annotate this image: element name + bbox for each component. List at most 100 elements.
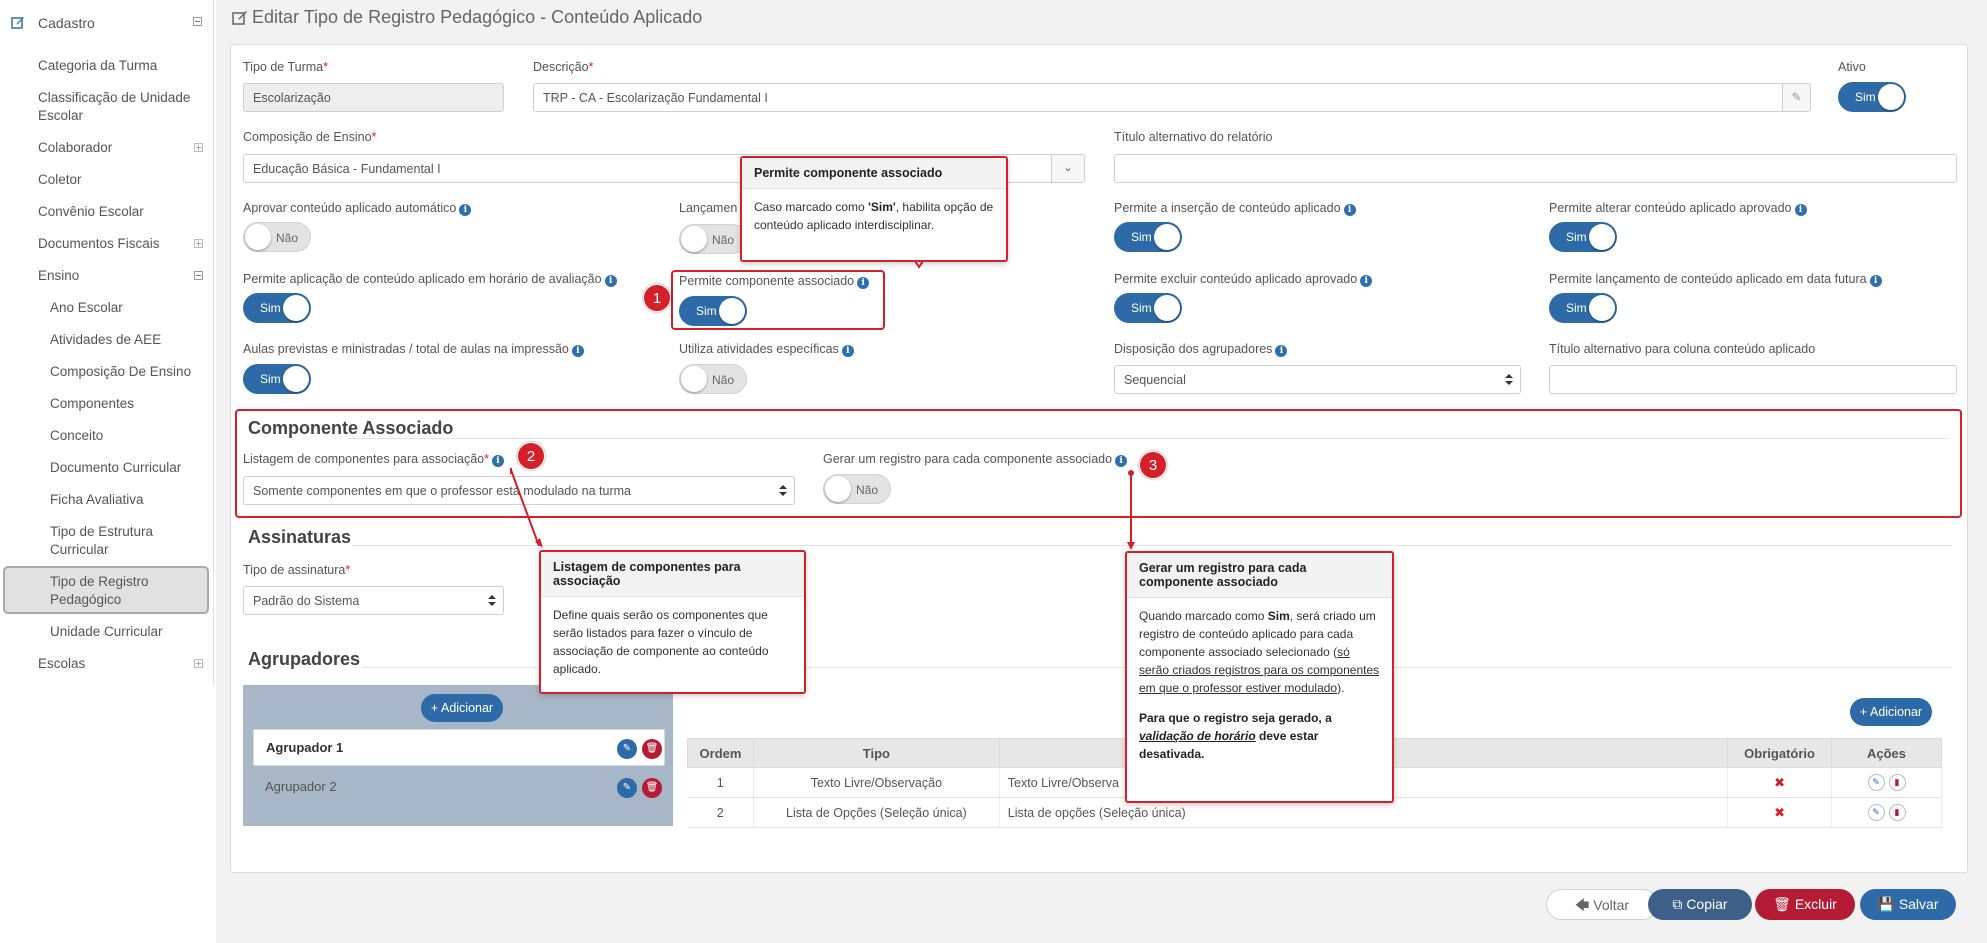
horario-avaliacao-toggle[interactable]: Sim	[243, 293, 311, 323]
titulo-coluna-label: Título alternativo para coluna conteúdo …	[1549, 342, 1816, 356]
tooltip-title: Permite componente associado	[742, 158, 1006, 189]
chevron-down-icon[interactable]: ⌄	[1051, 155, 1084, 182]
trash-icon[interactable]: 🗑	[642, 739, 662, 759]
excluir-aprovado-toggle[interactable]: Sim	[1114, 293, 1182, 323]
info-icon: i	[1794, 204, 1807, 216]
column-header-acoes: Ações	[1831, 738, 1942, 768]
horario-avaliacao-label: Permite aplicação de conteúdo aplicado e…	[243, 272, 617, 287]
sidebar-item-convenio[interactable]: Convênio Escolar	[38, 203, 198, 221]
sidebar-item-componentes[interactable]: Componentes	[50, 395, 200, 413]
lancamento-toggle[interactable]: Não	[679, 224, 747, 254]
edit-icon	[11, 17, 24, 29]
permite-insercao-toggle[interactable]: Sim	[1114, 222, 1182, 252]
sidebar-item-ano-escolar[interactable]: Ano Escolar	[50, 299, 200, 317]
listagem-label: Listagem de componentes para associação*…	[243, 452, 504, 467]
info-icon: i	[857, 277, 870, 289]
titulo-coluna-input[interactable]	[1549, 365, 1957, 394]
sidebar-item-documentos-fiscais[interactable]: Documentos Fiscais	[38, 235, 198, 253]
cell-tipo: Texto Livre/Observação	[753, 767, 1000, 798]
sidebar-item-atividades-aee[interactable]: Atividades de AEE	[50, 331, 200, 349]
listagem-value: Somente componentes em que o professor e…	[253, 484, 631, 498]
cell-ordem: 2	[687, 797, 754, 828]
step-badge-2: 2	[517, 442, 545, 470]
column-header-obrigatorio: Obrigatório	[1727, 738, 1833, 768]
collapse-icon[interactable]	[194, 271, 203, 280]
tipo-turma-label: Tipo de Turma*	[243, 60, 329, 74]
salvar-button[interactable]: 💾 Salvar	[1860, 889, 1956, 920]
componente-associado-toggle[interactable]: Sim	[679, 296, 747, 326]
agrupador-item[interactable]: Agrupador 2	[253, 769, 665, 806]
info-icon: i	[1115, 455, 1128, 467]
gerar-registro-label: Gerar um registro para cada componente a…	[823, 452, 1128, 467]
add-campo-button[interactable]: + Adicionar	[1850, 698, 1932, 726]
x-icon: ✖	[1774, 804, 1786, 820]
trash-icon[interactable]: 🗑	[642, 778, 662, 798]
excluir-aprovado-label: Permite excluir conteúdo aplicado aprova…	[1114, 272, 1373, 287]
expand-icon[interactable]	[194, 143, 203, 152]
tooltip-listagem: Listagem de componentes para associação …	[539, 550, 806, 694]
expand-icon[interactable]	[194, 239, 203, 248]
expand-icon[interactable]	[194, 659, 203, 668]
voltar-button[interactable]: 🡄 Voltar	[1546, 889, 1658, 920]
info-icon: i	[841, 345, 854, 357]
tooltip-title: Listagem de componentes para associação	[541, 552, 804, 597]
sidebar-item-ensino[interactable]: Ensino	[38, 267, 198, 285]
sidebar-item-documento-curricular[interactable]: Documento Curricular	[50, 459, 200, 477]
edit-icon	[232, 11, 247, 25]
add-agrupador-button[interactable]: + Adicionar	[421, 694, 503, 722]
collapse-icon[interactable]	[193, 17, 202, 26]
agrupador-item[interactable]: Agrupador 1	[253, 729, 665, 766]
data-futura-toggle[interactable]: Sim	[1549, 293, 1617, 323]
descricao-value: TRP - CA - Escolarização Fundamental I	[543, 91, 768, 105]
arrow-connector	[1127, 470, 1135, 550]
componente-section-title: Componente Associado	[248, 418, 454, 438]
sidebar-header[interactable]: Cadastro	[0, 8, 214, 36]
sidebar-header-label: Cadastro	[38, 15, 95, 31]
disposicao-select[interactable]: Sequencial	[1114, 365, 1521, 394]
disposicao-value: Sequencial	[1124, 373, 1186, 387]
atividades-especificas-label: Utiliza atividades específicas i	[679, 342, 854, 357]
edit-icon[interactable]: ✎	[617, 739, 637, 759]
trash-icon[interactable]: ▮	[1888, 804, 1906, 821]
edit-icon[interactable]: ✎	[1782, 84, 1810, 111]
titulo-relatorio-input[interactable]	[1114, 154, 1957, 183]
info-icon: i	[459, 204, 472, 216]
edit-icon[interactable]: ✎	[1867, 804, 1885, 821]
sidebar-item-escolas[interactable]: Escolas	[38, 655, 198, 673]
tooltip-componente-associado: Permite componente associado Caso marcad…	[740, 156, 1008, 262]
aulas-previstas-toggle[interactable]: Sim	[243, 364, 311, 394]
step-badge-3: 3	[1139, 451, 1167, 479]
excluir-button[interactable]: 🗑 Excluir	[1755, 889, 1855, 920]
select-arrows-icon	[1505, 373, 1513, 386]
permite-alterar-toggle[interactable]: Sim	[1549, 222, 1617, 252]
sidebar-item-tipo-estrutura[interactable]: Tipo de Estrutura Curricular	[50, 523, 200, 559]
sidebar-item-unidade-curricular[interactable]: Unidade Curricular	[50, 623, 200, 641]
sidebar-item-composicao[interactable]: Composição De Ensino	[50, 363, 200, 381]
sidebar-item-classificacao[interactable]: Classificação de Unidade Escolar	[38, 89, 198, 125]
gerar-registro-toggle[interactable]: Não	[823, 474, 891, 504]
tipo-turma-field[interactable]: Escolarização	[243, 83, 504, 112]
column-header-tipo: Tipo	[752, 738, 1000, 768]
cell-ordem: 1	[687, 767, 754, 798]
edit-icon[interactable]: ✎	[617, 778, 637, 798]
tipo-assinatura-select[interactable]: Padrão do Sistema	[243, 586, 504, 615]
edit-icon[interactable]: ✎	[1867, 774, 1885, 791]
tooltip-body: Caso marcado como 'Sim', habilita opção …	[754, 200, 994, 232]
lancamento-label: Lançamen	[679, 201, 738, 215]
sidebar-item-ficha-avaliativa[interactable]: Ficha Avaliativa	[50, 491, 200, 509]
aprovar-auto-toggle[interactable]: Não	[243, 222, 311, 252]
trash-icon[interactable]: ▮	[1888, 774, 1906, 791]
sidebar: Cadastro Categoria da Turma Classificaçã…	[0, 0, 214, 686]
sidebar-item-conceito[interactable]: Conceito	[50, 427, 200, 445]
atividades-especificas-toggle[interactable]: Não	[679, 364, 747, 394]
sidebar-item-coletor[interactable]: Coletor	[38, 171, 198, 189]
copiar-button[interactable]: ⧉ Copiar	[1648, 889, 1752, 920]
sidebar-item-colaborador[interactable]: Colaborador	[38, 139, 198, 157]
sidebar-item-categoria-turma[interactable]: Categoria da Turma	[38, 57, 198, 75]
sidebar-item-tipo-registro[interactable]: Tipo de Registro Pedagógico	[50, 573, 190, 609]
tooltip-title: Gerar um registro para cada componente a…	[1127, 553, 1392, 598]
tipo-assinatura-label: Tipo de assinatura*	[243, 563, 351, 577]
descricao-field[interactable]: TRP - CA - Escolarização Fundamental I ✎	[533, 83, 1811, 112]
ativo-toggle[interactable]: Sim	[1838, 82, 1906, 112]
info-icon: i	[604, 275, 617, 287]
